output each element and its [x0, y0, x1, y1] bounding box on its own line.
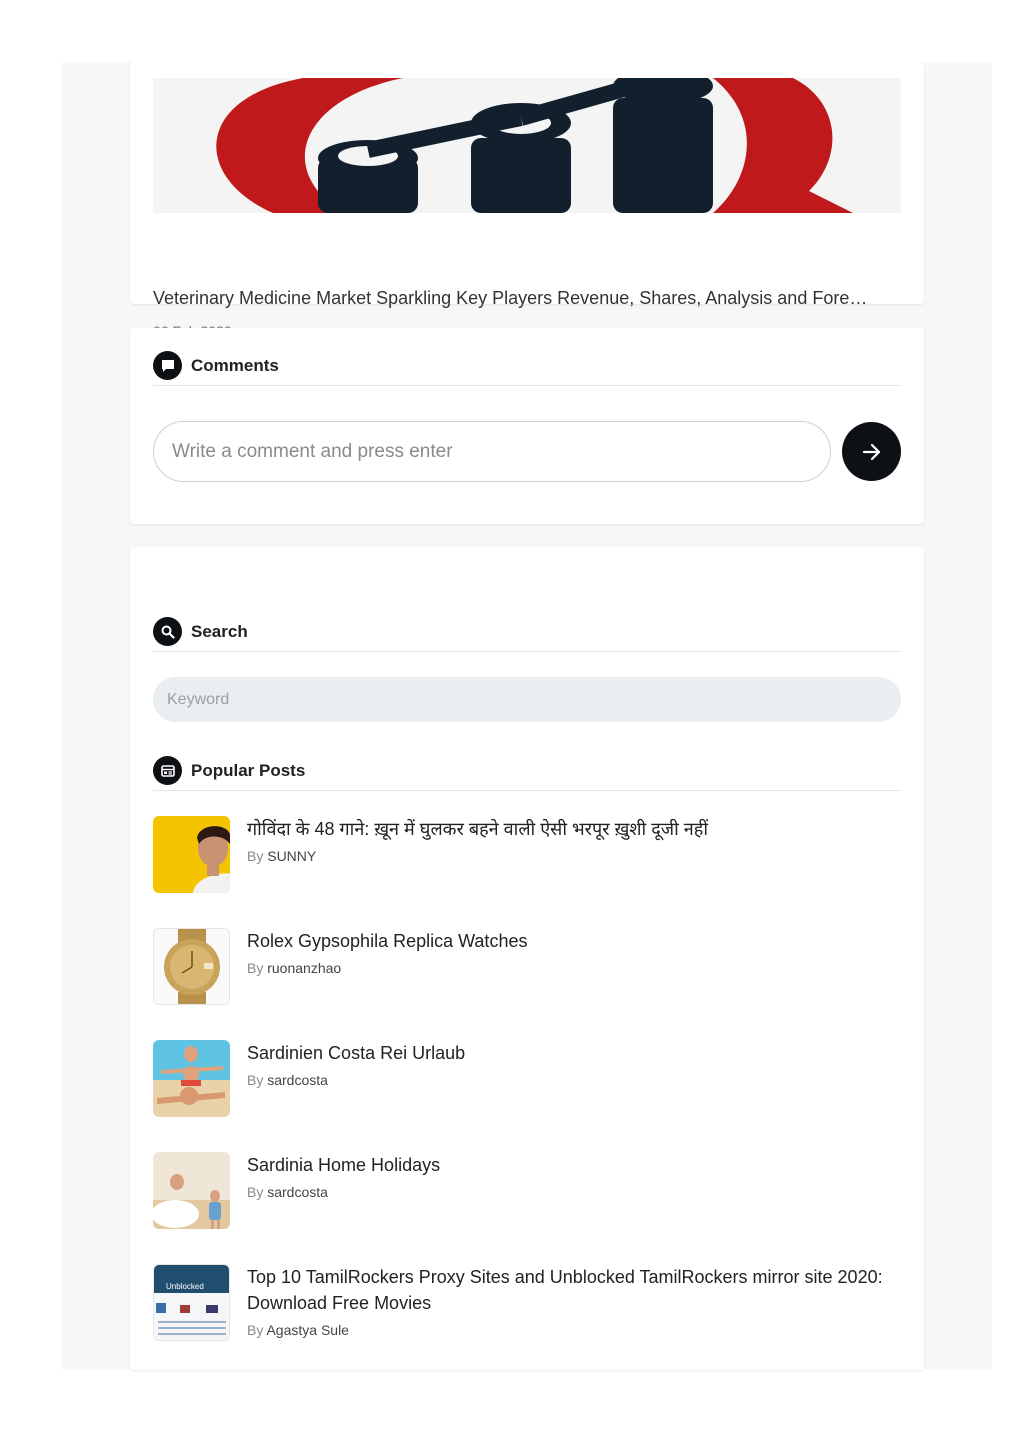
post-author-name[interactable]: sardcosta — [267, 1184, 328, 1200]
popular-posts-heading: Popular Posts — [191, 760, 306, 780]
post-title[interactable]: Top 10 TamilRockers Proxy Sites and Unbl… — [247, 1264, 897, 1316]
popular-post-item[interactable]: Sardinia Home Holidays By sardcosta — [153, 1152, 901, 1230]
popular-post-item[interactable]: गोविंदा के 48 गाने: ख़ून में घुलकर बहने … — [153, 816, 901, 894]
comment-bubble-icon — [153, 351, 182, 380]
post-author-by: By — [247, 1322, 264, 1338]
post-author: By ruonanzhao — [247, 960, 341, 976]
thumb-unblocked-text: Unblocked — [166, 1282, 204, 1291]
comments-card: Comments — [130, 328, 924, 524]
post-author-name[interactable]: SUNNY — [267, 848, 316, 864]
post-title[interactable]: गोविंदा के 48 गाने: ख़ून में घुलकर बहने … — [247, 816, 897, 842]
market-research-logo — [153, 78, 901, 213]
post-author-by: By — [247, 960, 264, 976]
search-icon — [153, 617, 182, 646]
post-thumbnail[interactable] — [153, 928, 230, 1005]
newspaper-icon — [153, 756, 182, 785]
search-input[interactable] — [153, 677, 901, 722]
related-post-card[interactable]: Veterinary Medicine Market Sparkling Key… — [130, 62, 924, 339]
post-author-name[interactable]: ruonanzhao — [267, 960, 341, 976]
arrow-right-icon — [862, 443, 880, 460]
post-title[interactable]: Sardinia Home Holidays — [247, 1152, 897, 1178]
popular-post-item[interactable]: Unblocked Top 10 TamilRockers Proxy Site… — [153, 1264, 901, 1342]
popular-post-item[interactable]: Sardinien Costa Rei Urlaub By sardcosta — [153, 1040, 901, 1118]
comments-header: Comments — [153, 346, 901, 386]
post-author: By sardcosta — [247, 1184, 328, 1200]
popular-post-item[interactable]: Rolex Gypsophila Replica Watches By ruon… — [153, 928, 901, 1006]
search-heading: Search — [191, 621, 248, 641]
post-author-by: By — [247, 1184, 264, 1200]
post-thumbnail[interactable]: Unblocked — [153, 1264, 230, 1341]
post-author-name[interactable]: sardcosta — [267, 1072, 328, 1088]
popular-posts-header: Popular Posts — [153, 751, 901, 791]
post-title[interactable]: Sardinien Costa Rei Urlaub — [247, 1040, 897, 1066]
post-author-name[interactable]: Agastya Sule — [266, 1322, 349, 1338]
post-thumbnail[interactable] — [153, 816, 230, 893]
comment-submit-button[interactable] — [842, 422, 901, 481]
comment-input[interactable] — [153, 421, 831, 482]
post-author: By sardcosta — [247, 1072, 328, 1088]
post-author-by: By — [247, 848, 264, 864]
post-author: By SUNNY — [247, 848, 316, 864]
post-author: By Agastya Sule — [247, 1322, 349, 1338]
comments-heading: Comments — [191, 355, 279, 375]
post-thumbnail[interactable] — [153, 1152, 230, 1229]
post-thumbnail[interactable] — [153, 1040, 230, 1117]
related-post-title[interactable]: Veterinary Medicine Market Sparkling Key… — [153, 288, 903, 309]
related-post-image[interactable] — [153, 78, 901, 213]
search-header: Search — [153, 612, 901, 652]
post-author-by: By — [247, 1072, 264, 1088]
post-title[interactable]: Rolex Gypsophila Replica Watches — [247, 928, 897, 954]
sidebar-card: Search Popular Posts गोविंदा के 48 — [130, 547, 924, 1370]
